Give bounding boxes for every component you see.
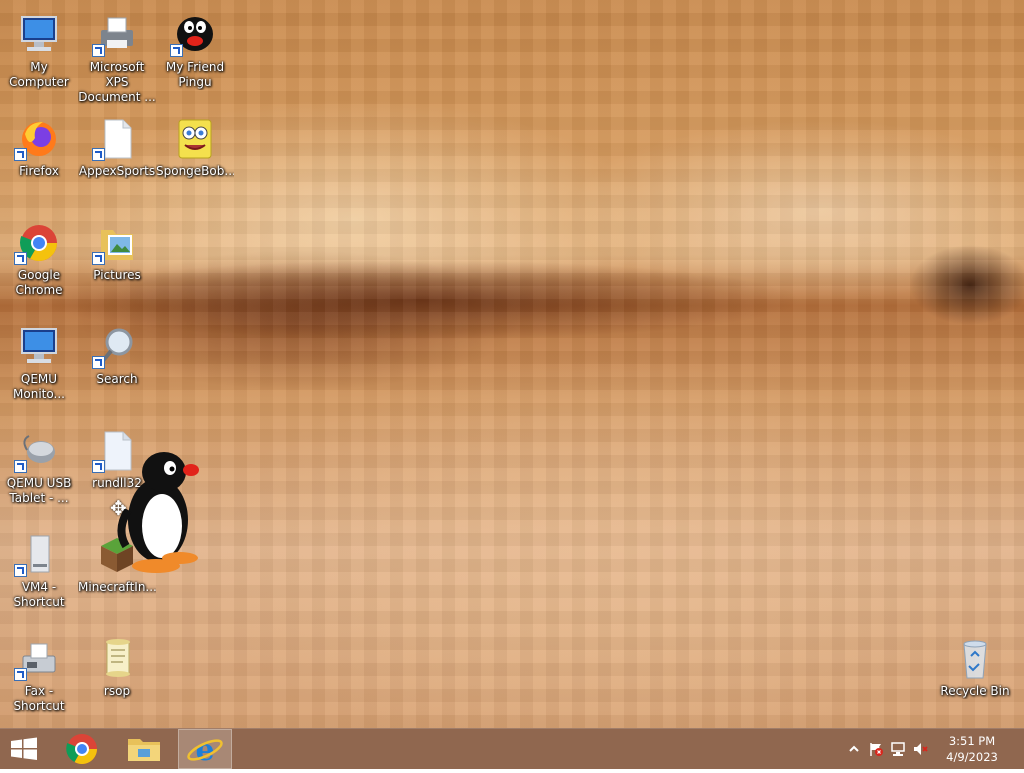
icon-label: Search xyxy=(96,372,138,386)
desktop-icon-qemu-usb-tablet[interactable]: QEMU USB Tablet - ... xyxy=(0,424,78,516)
desktop-icon-firefox[interactable]: Firefox xyxy=(0,112,78,204)
shortcut-arrow-icon xyxy=(170,44,183,57)
desktop-icon-vm4-shortcut[interactable]: VM4 - Shortcut xyxy=(0,528,78,620)
system-tray: 3:51 PM 4/9/2023 xyxy=(844,729,1024,769)
monitor-icon xyxy=(21,328,57,363)
icon-label: MinecraftIn... xyxy=(78,580,156,594)
icon-label: Microsoft XPS Document ... xyxy=(78,60,156,104)
shortcut-arrow-icon xyxy=(14,668,27,681)
desktop-icon-spongebob[interactable]: SpongeBob... xyxy=(156,112,234,204)
scroll-icon xyxy=(106,639,130,677)
taskbar-chrome-button[interactable] xyxy=(58,729,106,769)
internet-explorer-icon: e xyxy=(187,733,223,768)
shortcut-arrow-icon xyxy=(14,252,27,265)
shortcut-arrow-icon xyxy=(14,564,27,577)
icon-label: SpongeBob... xyxy=(156,164,234,178)
desktop-icon-my-friend-pingu[interactable]: My Friend Pingu xyxy=(156,8,234,100)
icon-label: Google Chrome xyxy=(15,268,63,297)
shortcut-arrow-icon xyxy=(92,460,105,473)
taskbar: e 3:51 PM 4/9/2023 xyxy=(0,728,1024,769)
shortcut-arrow-icon xyxy=(14,460,27,473)
system-clock[interactable]: 3:51 PM 4/9/2023 xyxy=(942,733,1002,765)
desktop-icon-my-computer[interactable]: My Computer xyxy=(0,8,78,100)
chrome-icon xyxy=(66,734,97,765)
recycle-bin-icon xyxy=(963,640,987,679)
icon-label: AppexSports xyxy=(78,164,156,178)
desktop-icon-appexsports[interactable]: AppexSports xyxy=(78,112,156,204)
spongebob-icon xyxy=(178,119,212,159)
computer-icon xyxy=(21,16,57,51)
desktop-icon-pictures[interactable]: Pictures xyxy=(78,216,156,308)
move-cursor-icon: ✥ xyxy=(110,496,127,520)
shortcut-arrow-icon xyxy=(92,356,105,369)
desktop-icon-qemu-monitor[interactable]: QEMU Monito... xyxy=(0,320,78,412)
windows-logo-icon xyxy=(11,737,37,760)
desktop-icon-search[interactable]: Search xyxy=(78,320,156,412)
start-button[interactable] xyxy=(0,729,48,769)
icon-label: QEMU Monito... xyxy=(13,372,65,401)
action-center-flag-icon[interactable] xyxy=(868,741,884,757)
desktop-icon-google-chrome[interactable]: Google Chrome xyxy=(0,216,78,308)
icon-label: QEMU USB Tablet - ... xyxy=(6,476,72,505)
taskbar-file-explorer-button[interactable] xyxy=(120,729,168,769)
taskbar-internet-explorer-button[interactable]: e xyxy=(178,729,232,769)
icon-label: rsop xyxy=(103,684,131,698)
icon-label: Firefox xyxy=(19,164,59,178)
clock-time: 3:51 PM xyxy=(948,734,996,748)
desktop-icon-rsop[interactable]: rsop xyxy=(78,632,156,724)
icon-label: Pictures xyxy=(93,268,141,282)
icon-label: VM4 - Shortcut xyxy=(13,580,65,609)
shortcut-arrow-icon xyxy=(92,44,105,57)
network-icon[interactable] xyxy=(890,741,906,757)
icon-label: Recycle Bin xyxy=(940,684,1010,698)
shortcut-arrow-icon xyxy=(92,148,105,161)
shortcut-arrow-icon xyxy=(14,148,27,161)
desktop-icon-microsoft-xps-document[interactable]: Microsoft XPS Document ... xyxy=(78,8,156,104)
show-hidden-icons-chevron[interactable] xyxy=(846,741,862,757)
icon-label: My Computer xyxy=(9,60,69,89)
icon-label: Fax - Shortcut xyxy=(13,684,65,713)
clock-date: 4/9/2023 xyxy=(946,750,998,764)
shortcut-arrow-icon xyxy=(92,252,105,265)
icon-label: My Friend Pingu xyxy=(165,60,225,89)
desktop-icon-fax-shortcut[interactable]: Fax - Shortcut xyxy=(0,632,78,724)
volume-muted-icon[interactable] xyxy=(912,741,928,757)
svg-text:e: e xyxy=(195,733,214,768)
desktop-icon-recycle-bin[interactable]: Recycle Bin xyxy=(936,632,1014,724)
file-explorer-icon xyxy=(128,739,160,761)
